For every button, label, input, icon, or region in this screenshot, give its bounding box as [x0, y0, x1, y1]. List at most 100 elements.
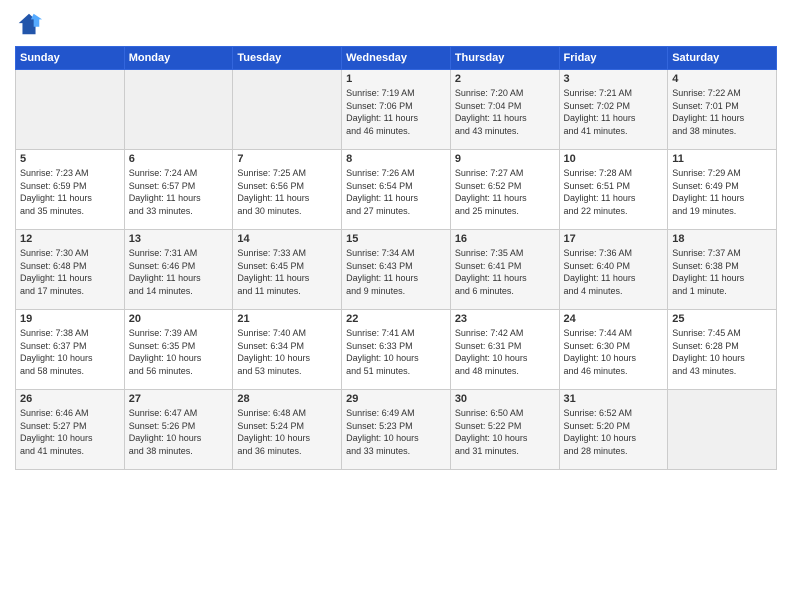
day-number: 18 [672, 233, 772, 245]
calendar-cell: 6 Sunrise: 7:24 AMSunset: 6:57 PMDaylight… [124, 150, 233, 230]
calendar-cell: 9Sunrise: 7:27 AMSunset: 6:52 PMDaylight… [450, 150, 559, 230]
day-info: Sunrise: 7:25 AMSunset: 6:56 PMDaylight:… [237, 167, 337, 217]
calendar-cell: 31 Sunrise: 6:52 AMSunset: 5:20 PMDayligh… [559, 390, 668, 470]
day-info: Sunrise: 7:24 AMSunset: 6:57 PMDaylight:… [129, 167, 229, 217]
day-number: 8 [346, 153, 446, 165]
day-info: Sunrise: 6:49 AMSunset: 5:23 PMDaylight:… [346, 407, 446, 457]
day-number: 25 [672, 313, 772, 325]
calendar-cell: 24 Sunrise: 7:44 AMSunset: 6:30 PMDayligh… [559, 310, 668, 390]
day-info: Sunrise: 6:47 AMSunset: 5:26 PMDaylight:… [129, 407, 229, 457]
weekday-header-sunday: Sunday [16, 47, 125, 70]
logo [15, 10, 47, 38]
day-info: Sunrise: 7:34 AMSunset: 6:43 PMDaylight:… [346, 247, 446, 297]
day-info: Sunrise: 7:26 AMSunset: 6:54 PMDaylight:… [346, 167, 446, 217]
day-info: Sunrise: 7:22 AMSunset: 7:01 PMDaylight:… [672, 87, 772, 137]
generalblue-icon [15, 10, 43, 38]
weekday-header-tuesday: Tuesday [233, 47, 342, 70]
calendar-cell: 29Sunrise: 6:49 AMSunset: 5:23 PMDayligh… [342, 390, 451, 470]
calendar-cell: 16 Sunrise: 7:35 AMSunset: 6:41 PMDayligh… [450, 230, 559, 310]
day-number: 5 [20, 153, 120, 165]
day-info: Sunrise: 7:40 AMSunset: 6:34 PMDaylight:… [237, 327, 337, 377]
day-info: Sunrise: 7:36 AMSunset: 6:40 PMDaylight:… [564, 247, 664, 297]
day-number: 1 [346, 73, 446, 85]
calendar-week-row: 12Sunrise: 7:30 AMSunset: 6:48 PMDayligh… [16, 230, 777, 310]
calendar-cell: 1 Sunrise: 7:19 AMSunset: 7:06 PMDaylight… [342, 70, 451, 150]
day-info: Sunrise: 7:28 AMSunset: 6:51 PMDaylight:… [564, 167, 664, 217]
day-number: 26 [20, 393, 120, 405]
day-info: Sunrise: 7:42 AMSunset: 6:31 PMDaylight:… [455, 327, 555, 377]
calendar-cell: 13Sunrise: 7:31 AMSunset: 6:46 PMDayligh… [124, 230, 233, 310]
weekday-header-wednesday: Wednesday [342, 47, 451, 70]
day-info: Sunrise: 7:37 AMSunset: 6:38 PMDaylight:… [672, 247, 772, 297]
day-info: Sunrise: 6:46 AMSunset: 5:27 PMDaylight:… [20, 407, 120, 457]
day-number: 17 [564, 233, 664, 245]
header [15, 10, 777, 38]
calendar-cell: 23Sunrise: 7:42 AMSunset: 6:31 PMDayligh… [450, 310, 559, 390]
calendar-cell [124, 70, 233, 150]
day-number: 22 [346, 313, 446, 325]
calendar-cell: 15 Sunrise: 7:34 AMSunset: 6:43 PMDayligh… [342, 230, 451, 310]
calendar-week-row: 26 Sunrise: 6:46 AMSunset: 5:27 PMDayligh… [16, 390, 777, 470]
calendar-cell: 21Sunrise: 7:40 AMSunset: 6:34 PMDayligh… [233, 310, 342, 390]
day-number: 13 [129, 233, 229, 245]
day-info: Sunrise: 7:23 AMSunset: 6:59 PMDaylight:… [20, 167, 120, 217]
calendar-cell: 20Sunrise: 7:39 AMSunset: 6:35 PMDayligh… [124, 310, 233, 390]
calendar-cell: 25 Sunrise: 7:45 AMSunset: 6:28 PMDayligh… [668, 310, 777, 390]
day-info: Sunrise: 7:38 AMSunset: 6:37 PMDaylight:… [20, 327, 120, 377]
calendar-table: SundayMondayTuesdayWednesdayThursdayFrid… [15, 46, 777, 470]
calendar-cell: 14 Sunrise: 7:33 AMSunset: 6:45 PMDayligh… [233, 230, 342, 310]
day-number: 28 [237, 393, 337, 405]
day-number: 24 [564, 313, 664, 325]
day-info: Sunrise: 7:29 AMSunset: 6:49 PMDaylight:… [672, 167, 772, 217]
calendar-cell: 2 Sunrise: 7:20 AMSunset: 7:04 PMDaylight… [450, 70, 559, 150]
day-info: Sunrise: 6:52 AMSunset: 5:20 PMDaylight:… [564, 407, 664, 457]
weekday-header-monday: Monday [124, 47, 233, 70]
day-info: Sunrise: 6:50 AMSunset: 5:22 PMDaylight:… [455, 407, 555, 457]
weekday-header-thursday: Thursday [450, 47, 559, 70]
day-number: 2 [455, 73, 555, 85]
day-number: 30 [455, 393, 555, 405]
calendar-cell: 8 Sunrise: 7:26 AMSunset: 6:54 PMDaylight… [342, 150, 451, 230]
day-number: 10 [564, 153, 664, 165]
calendar-cell: 7 Sunrise: 7:25 AMSunset: 6:56 PMDaylight… [233, 150, 342, 230]
day-number: 4 [672, 73, 772, 85]
calendar-week-row: 1 Sunrise: 7:19 AMSunset: 7:06 PMDaylight… [16, 70, 777, 150]
calendar-cell: 19Sunrise: 7:38 AMSunset: 6:37 PMDayligh… [16, 310, 125, 390]
calendar-cell: 28 Sunrise: 6:48 AMSunset: 5:24 PMDayligh… [233, 390, 342, 470]
weekday-header-row: SundayMondayTuesdayWednesdayThursdayFrid… [16, 47, 777, 70]
calendar-cell: 30 Sunrise: 6:50 AMSunset: 5:22 PMDayligh… [450, 390, 559, 470]
calendar-cell: 26 Sunrise: 6:46 AMSunset: 5:27 PMDayligh… [16, 390, 125, 470]
day-number: 14 [237, 233, 337, 245]
day-number: 6 [129, 153, 229, 165]
calendar-cell: 11 Sunrise: 7:29 AMSunset: 6:49 PMDayligh… [668, 150, 777, 230]
day-number: 11 [672, 153, 772, 165]
day-info: Sunrise: 7:21 AMSunset: 7:02 PMDaylight:… [564, 87, 664, 137]
day-number: 27 [129, 393, 229, 405]
day-info: Sunrise: 7:33 AMSunset: 6:45 PMDaylight:… [237, 247, 337, 297]
day-number: 7 [237, 153, 337, 165]
weekday-header-friday: Friday [559, 47, 668, 70]
day-info: Sunrise: 7:35 AMSunset: 6:41 PMDaylight:… [455, 247, 555, 297]
calendar-cell: 22 Sunrise: 7:41 AMSunset: 6:33 PMDayligh… [342, 310, 451, 390]
calendar-cell: 27 Sunrise: 6:47 AMSunset: 5:26 PMDayligh… [124, 390, 233, 470]
calendar-cell: 12Sunrise: 7:30 AMSunset: 6:48 PMDayligh… [16, 230, 125, 310]
day-number: 15 [346, 233, 446, 245]
day-info: Sunrise: 7:44 AMSunset: 6:30 PMDaylight:… [564, 327, 664, 377]
calendar-week-row: 5 Sunrise: 7:23 AMSunset: 6:59 PMDaylight… [16, 150, 777, 230]
calendar-cell [668, 390, 777, 470]
day-number: 12 [20, 233, 120, 245]
day-info: Sunrise: 6:48 AMSunset: 5:24 PMDaylight:… [237, 407, 337, 457]
day-info: Sunrise: 7:20 AMSunset: 7:04 PMDaylight:… [455, 87, 555, 137]
weekday-header-saturday: Saturday [668, 47, 777, 70]
calendar-cell: 3 Sunrise: 7:21 AMSunset: 7:02 PMDaylight… [559, 70, 668, 150]
calendar-week-row: 19Sunrise: 7:38 AMSunset: 6:37 PMDayligh… [16, 310, 777, 390]
day-info: Sunrise: 7:45 AMSunset: 6:28 PMDaylight:… [672, 327, 772, 377]
calendar-cell [16, 70, 125, 150]
day-number: 3 [564, 73, 664, 85]
day-info: Sunrise: 7:19 AMSunset: 7:06 PMDaylight:… [346, 87, 446, 137]
day-number: 31 [564, 393, 664, 405]
day-info: Sunrise: 7:41 AMSunset: 6:33 PMDaylight:… [346, 327, 446, 377]
day-number: 16 [455, 233, 555, 245]
day-info: Sunrise: 7:39 AMSunset: 6:35 PMDaylight:… [129, 327, 229, 377]
day-number: 9 [455, 153, 555, 165]
